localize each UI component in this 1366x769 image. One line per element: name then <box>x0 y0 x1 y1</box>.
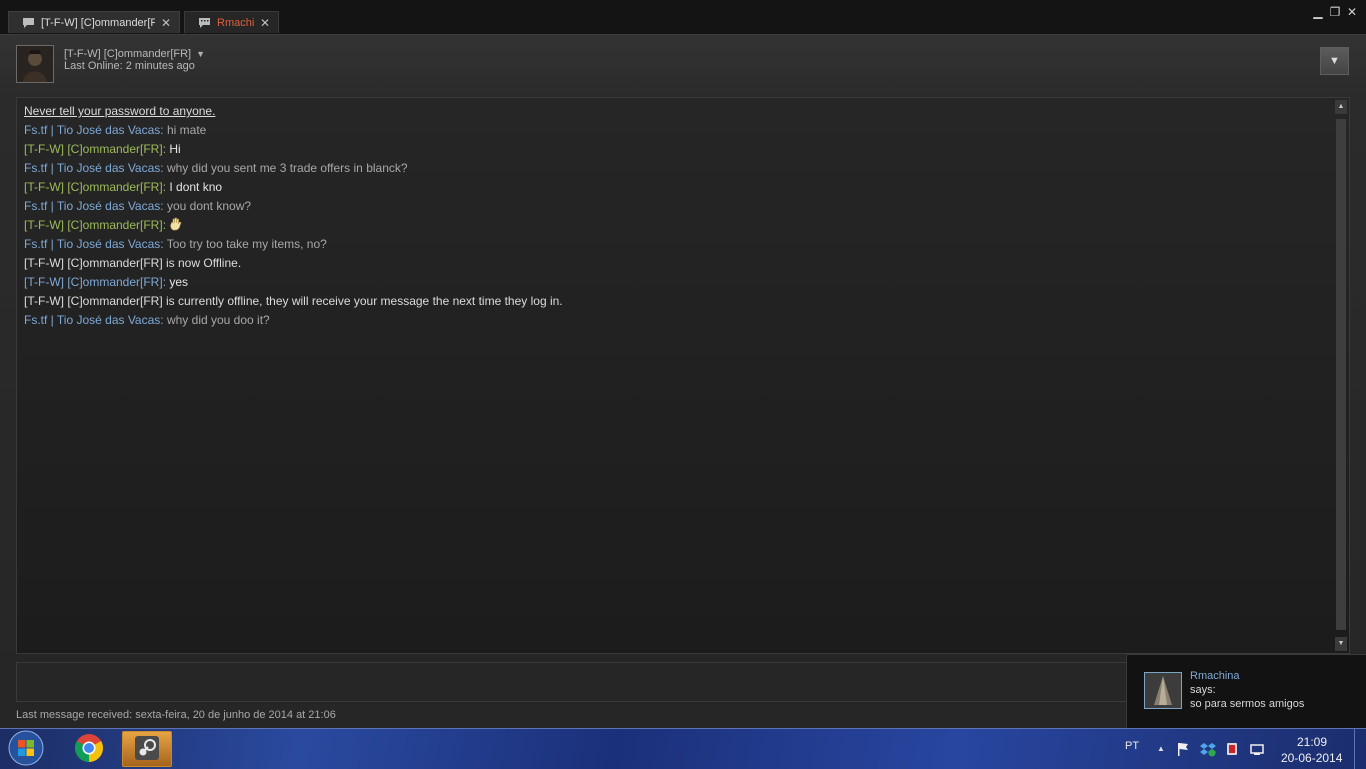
friend-name-dropdown[interactable]: [T-F-W] [C]ommander[FR] ▼ <box>64 48 205 60</box>
chevron-down-icon: ▼ <box>196 49 206 59</box>
chat-bubble-icon <box>199 17 210 28</box>
avatar[interactable] <box>16 45 54 83</box>
chat-message: Fs.tf | Tio José das Vacas: hi mate <box>24 121 1325 140</box>
chat-message: [T-F-W] [C]ommander[FR]: <box>24 216 1325 235</box>
chat-message: Fs.tf | Tio José das Vacas: why did you … <box>24 311 1325 330</box>
separator: : <box>160 313 167 327</box>
message-list: Never tell your password to anyone. Fs.t… <box>24 102 1325 330</box>
action-center-flag-icon[interactable] <box>1175 741 1191 757</box>
separator: : <box>160 199 167 213</box>
windows-logo-icon <box>8 730 44 769</box>
chat-message: [T-F-W] [C]ommander[FR]: I dont kno <box>24 178 1325 197</box>
system-message: [T-F-W] [C]ommander[FR] is currently off… <box>24 294 563 308</box>
language-indicator[interactable]: PT <box>1125 740 1139 752</box>
chevron-down-icon: ▼ <box>1329 55 1340 67</box>
show-hidden-icons-icon[interactable]: ▲ <box>1153 741 1169 757</box>
message-text: hi mate <box>166 123 207 137</box>
sender-name[interactable]: Fs.tf | Tio José das Vacas <box>24 161 160 175</box>
title-bar: [T-F-W] [C]ommander[FR] ✕ Rmachina ✕ ▁ ❐… <box>0 0 1366 34</box>
steam-icon <box>133 734 161 765</box>
system-message: [T-F-W] [C]ommander[FR] is now Offline. <box>24 256 242 270</box>
sender-name[interactable]: [T-F-W] [C]ommander[FR] <box>24 142 163 156</box>
close-window-button[interactable]: ✕ <box>1344 5 1360 19</box>
notification-says: says: <box>1190 684 1216 696</box>
tab-commander[interactable]: [T-F-W] [C]ommander[FR] ✕ <box>8 11 180 33</box>
friend-status: Last Online: 2 minutes ago <box>64 60 195 72</box>
notification-text: so para sermos amigos <box>1190 698 1305 710</box>
chat-log: Never tell your password to anyone. Fs.t… <box>16 97 1350 654</box>
chat-message: Fs.tf | Tio José das Vacas: why did you … <box>24 159 1325 178</box>
start-button[interactable] <box>4 730 48 769</box>
sender-name[interactable]: [T-F-W] [C]ommander[FR] <box>24 275 163 289</box>
sender-name[interactable]: [T-F-W] [C]ommander[FR] <box>24 180 163 194</box>
chat-message: [T-F-W] [C]ommander[FR]: Hi <box>24 140 1325 159</box>
scroll-thumb[interactable] <box>1336 119 1346 630</box>
chat-message: Fs.tf | Tio José das Vacas: you dont kno… <box>24 197 1325 216</box>
close-tab-icon[interactable]: ✕ <box>260 16 270 30</box>
message-notification[interactable]: Rmachina says: so para sermos amigos <box>1126 654 1366 728</box>
maximize-button[interactable]: ❐ <box>1327 5 1343 19</box>
notification-sender: Rmachina <box>1190 670 1240 682</box>
sender-name[interactable]: [T-F-W] [C]ommander[FR] <box>24 218 163 232</box>
tab-rmachina[interactable]: Rmachina ✕ <box>184 11 279 33</box>
clock-date[interactable]: 20-06-2014 <box>1281 751 1342 765</box>
separator: : <box>160 161 167 175</box>
friend-name: [T-F-W] [C]ommander[FR] <box>64 48 192 60</box>
chrome-icon <box>74 733 104 766</box>
taskbar: PT ▲ 21:09 20-06-2014 <box>0 728 1366 769</box>
dropbox-icon[interactable] <box>1200 741 1216 757</box>
password-warning: Never tell your password to anyone. <box>24 104 216 118</box>
message-text: why did you doo it? <box>166 313 270 327</box>
scroll-up-icon[interactable]: ▲ <box>1335 100 1347 114</box>
avatar <box>1144 672 1182 709</box>
chat-scrollbar[interactable]: ▲ ▼ <box>1335 100 1347 651</box>
sender-name[interactable]: Fs.tf | Tio José das Vacas <box>24 199 160 213</box>
chrome-taskbar-button[interactable] <box>64 731 114 767</box>
tab-label: Rmachina <box>217 16 254 29</box>
message-text: why did you sent me 3 trade offers in bl… <box>166 161 408 175</box>
hand-emoticon-icon <box>169 217 183 231</box>
chat-message: [T-F-W] [C]ommander[FR]: yes <box>24 273 1325 292</box>
sender-name[interactable]: Fs.tf | Tio José das Vacas <box>24 123 160 137</box>
sender-name[interactable]: Fs.tf | Tio José das Vacas <box>24 237 160 251</box>
steam-taskbar-button[interactable] <box>122 731 172 767</box>
chat-bubble-icon <box>23 17 34 28</box>
antivirus-icon[interactable] <box>1224 741 1240 757</box>
chat-options-button[interactable]: ▼ <box>1320 47 1349 75</box>
chat-window: [T-F-W] [C]ommander[FR] ▼ Last Online: 2 … <box>0 34 1366 729</box>
separator: : <box>160 123 167 137</box>
message-text: I dont kno <box>169 180 223 194</box>
scroll-down-icon[interactable]: ▼ <box>1335 637 1347 651</box>
minimize-button[interactable]: ▁ <box>1310 5 1326 19</box>
last-message-status: Last message received: sexta-feira, 20 d… <box>16 709 336 721</box>
network-icon[interactable] <box>1249 741 1265 757</box>
sender-name[interactable]: Fs.tf | Tio José das Vacas <box>24 313 160 327</box>
close-tab-icon[interactable]: ✕ <box>161 16 171 30</box>
message-text: Hi <box>169 142 181 156</box>
message-text: yes <box>169 275 189 289</box>
separator: : <box>162 218 170 232</box>
tab-label: [T-F-W] [C]ommander[FR] <box>41 16 155 29</box>
chat-message: Fs.tf | Tio José das Vacas: Too try too … <box>24 235 1325 254</box>
message-text: you dont know? <box>166 199 252 213</box>
clock-time[interactable]: 21:09 <box>1297 735 1327 749</box>
show-desktop-button[interactable] <box>1354 729 1366 769</box>
message-text: Too try too take my items, no? <box>166 237 327 251</box>
